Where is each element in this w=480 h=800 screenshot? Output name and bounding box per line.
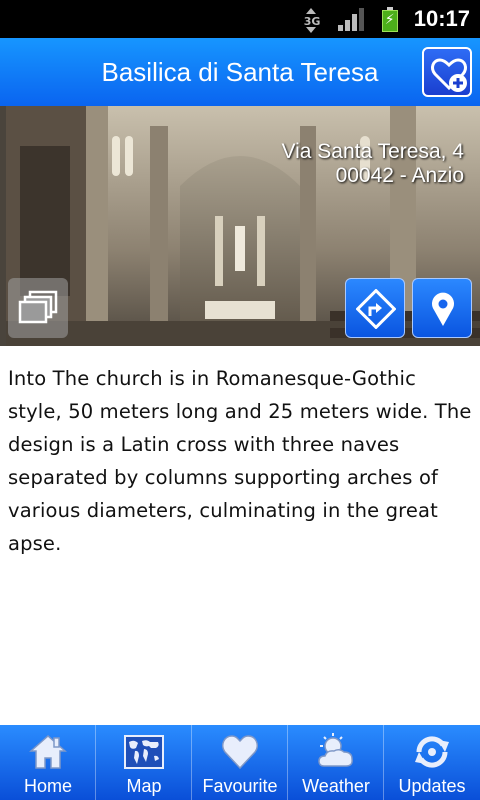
tab-home[interactable]: Home xyxy=(0,725,96,800)
tab-updates-label: Updates xyxy=(398,776,466,796)
tab-updates[interactable]: Updates xyxy=(384,725,480,800)
gallery-button[interactable] xyxy=(8,278,68,338)
gallery-icon xyxy=(18,290,58,324)
network-label: 3G xyxy=(303,15,321,28)
address-street: Via Santa Teresa, 4 xyxy=(281,140,464,163)
map-pin-icon xyxy=(432,292,454,326)
tab-home-label: Home xyxy=(23,776,72,796)
address: Via Santa Teresa, 4 00042 - Anzio xyxy=(281,140,464,188)
address-city: 00042 - Anzio xyxy=(335,164,464,187)
tab-map[interactable]: Map xyxy=(96,725,192,800)
directions-icon xyxy=(356,289,396,329)
tab-map-label: Map xyxy=(126,776,162,796)
church-description: Into The church is in Romanesque-Gothic … xyxy=(8,367,472,555)
status-time: 10:17 xyxy=(413,6,470,31)
tab-favourite[interactable]: Favourite xyxy=(192,725,288,800)
status-icons: 3G ⚡ 10:17 xyxy=(302,0,480,38)
battery-charging-icon: ⚡ xyxy=(381,6,398,32)
heart-icon xyxy=(222,735,258,770)
refresh-icon xyxy=(415,736,449,768)
tab-weather-label: Weather xyxy=(302,776,370,796)
network-3g-icon: 3G xyxy=(302,6,324,33)
home-icon xyxy=(29,734,67,769)
heart-add-icon xyxy=(431,58,467,92)
add-favourite-button[interactable] xyxy=(422,47,472,97)
status-bar: 3G ⚡ 10:17 xyxy=(0,0,480,38)
show-on-map-button[interactable] xyxy=(412,278,472,338)
directions-button[interactable] xyxy=(345,278,405,338)
weather-icon xyxy=(318,733,353,767)
world-map-icon xyxy=(124,735,164,769)
church-photo: Via Santa Teresa, 4 00042 - Anzio xyxy=(0,106,480,346)
tab-favourite-label: Favourite xyxy=(202,776,278,796)
signal-strength-icon xyxy=(337,7,366,31)
bottom-tab-bar: Home Map Favourite Weather Updates xyxy=(0,725,480,800)
app-header: Basilica di Santa Teresa xyxy=(0,38,480,106)
tab-weather[interactable]: Weather xyxy=(288,725,384,800)
page-title: Basilica di Santa Teresa xyxy=(101,57,379,87)
